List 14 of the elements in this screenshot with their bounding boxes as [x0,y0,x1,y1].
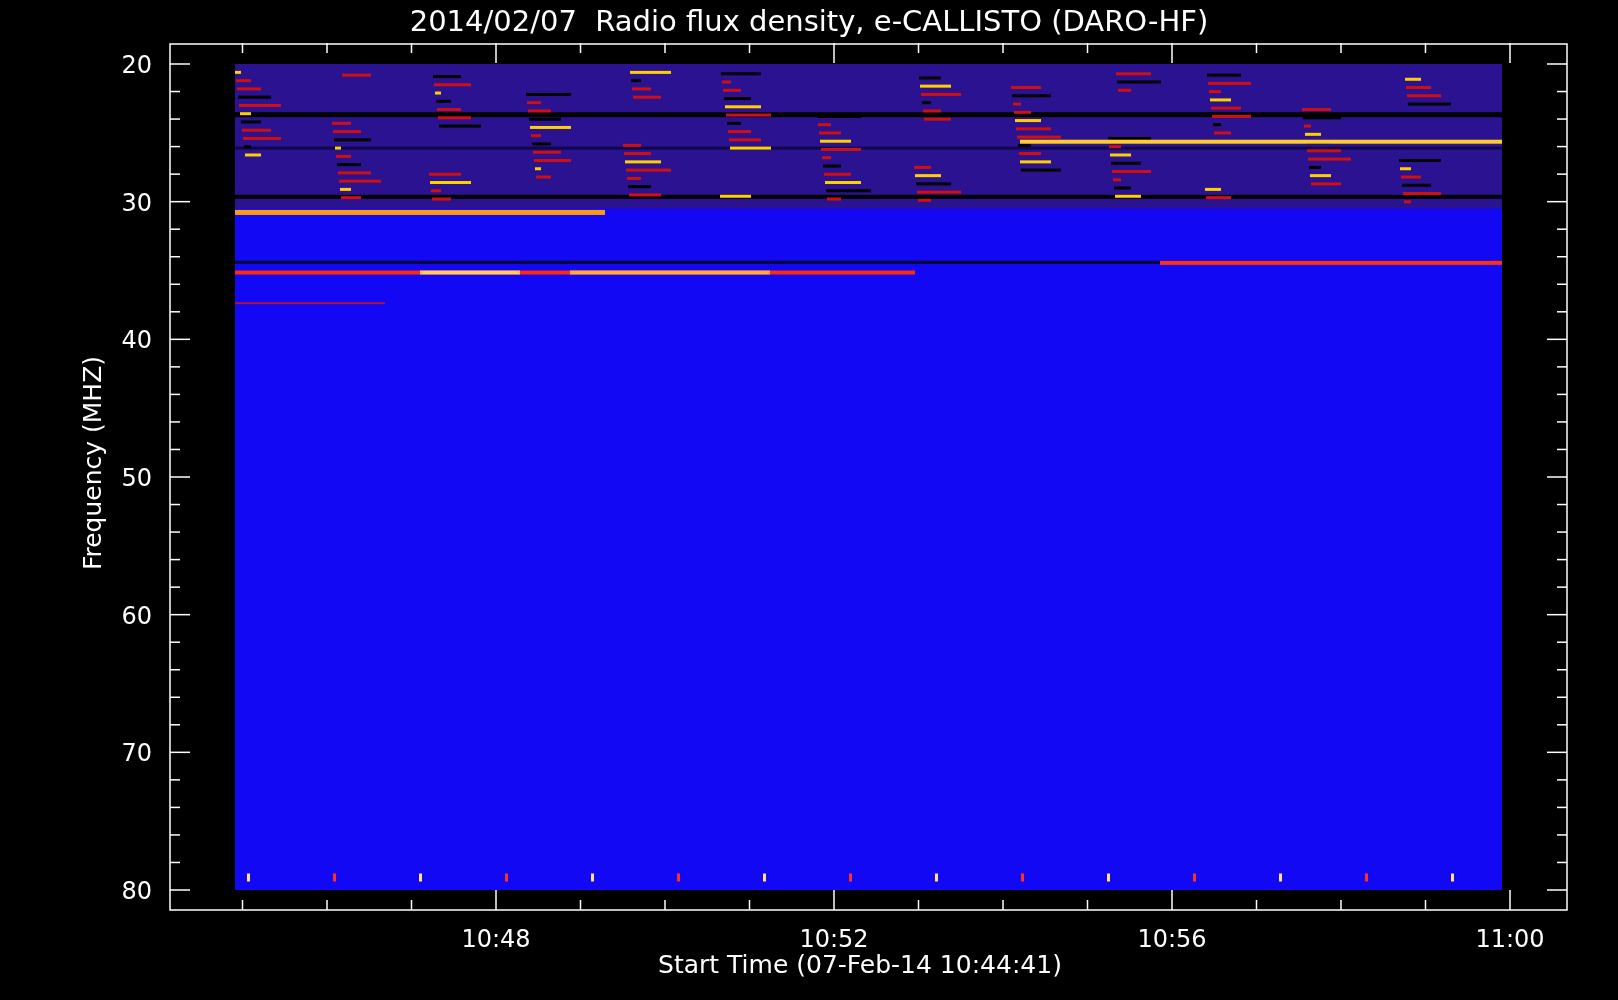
tick-label: 20 [121,51,152,79]
tick-label: 50 [121,464,152,492]
tick-label: 10:52 [799,925,869,953]
tick-label: 40 [121,326,152,355]
axis-label: Frequency (MHZ) [78,355,107,571]
tick-label: 60 [121,601,152,630]
axis-label: Start Time (07-Feb-14 10:44:41) [658,950,1062,979]
tick-label: 10:48 [461,925,531,953]
tick-label: 70 [121,739,152,768]
tick-label: 80 [121,877,152,905]
chart-title: 2014/02/07 Radio flux density, e-CALLISTO (DARO-HF) [409,7,1209,36]
tick-label: 11:00 [1475,925,1545,953]
tick-label: 10:56 [1137,925,1207,953]
tick-label: 30 [121,188,152,217]
